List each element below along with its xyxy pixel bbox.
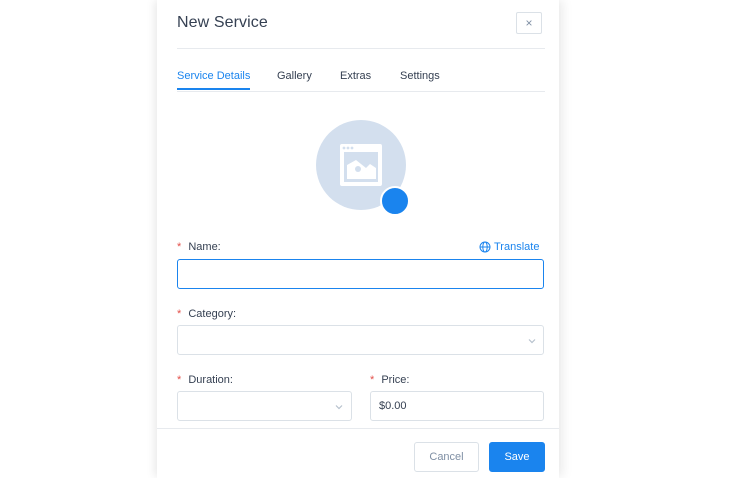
cancel-button[interactable]: Cancel	[414, 442, 479, 472]
tab-extras[interactable]: Extras	[340, 70, 371, 90]
duration-select[interactable]	[177, 391, 352, 421]
required-marker: *	[370, 374, 375, 386]
close-icon: ×	[525, 16, 533, 30]
upload-image-button[interactable]	[380, 186, 410, 216]
name-label: * Name:	[177, 241, 221, 253]
dialog-title: New Service	[177, 14, 268, 31]
chevron-down-icon	[335, 405, 343, 410]
translate-label: Translate	[494, 241, 540, 253]
required-marker: *	[177, 308, 182, 320]
price-input[interactable]	[370, 391, 544, 421]
globe-icon	[479, 241, 491, 253]
page-backdrop	[0, 0, 157, 477]
tab-gallery[interactable]: Gallery	[277, 70, 312, 90]
tabs-divider	[177, 91, 545, 92]
required-marker: *	[177, 374, 182, 386]
category-label: * Category:	[177, 308, 237, 320]
chevron-down-icon	[528, 339, 536, 344]
tab-service-details[interactable]: Service Details	[177, 70, 251, 90]
price-label: * Price:	[370, 374, 410, 386]
save-button[interactable]: Save	[489, 442, 545, 472]
close-button[interactable]: ×	[516, 12, 542, 34]
dialog-body[interactable]: New Service × Service Details Gallery Ex…	[157, 0, 559, 428]
duration-label: * Duration:	[177, 374, 233, 386]
tab-bar: Service Details Gallery Extras Settings	[177, 70, 545, 92]
category-select[interactable]	[177, 325, 544, 355]
dialog-footer: Cancel Save	[157, 428, 559, 478]
name-input[interactable]	[177, 259, 544, 289]
translate-link[interactable]: Translate	[479, 241, 539, 253]
required-marker: *	[177, 241, 182, 253]
header-divider	[177, 48, 545, 49]
tab-settings[interactable]: Settings	[400, 70, 440, 90]
new-service-dialog: New Service × Service Details Gallery Ex…	[157, 0, 559, 478]
